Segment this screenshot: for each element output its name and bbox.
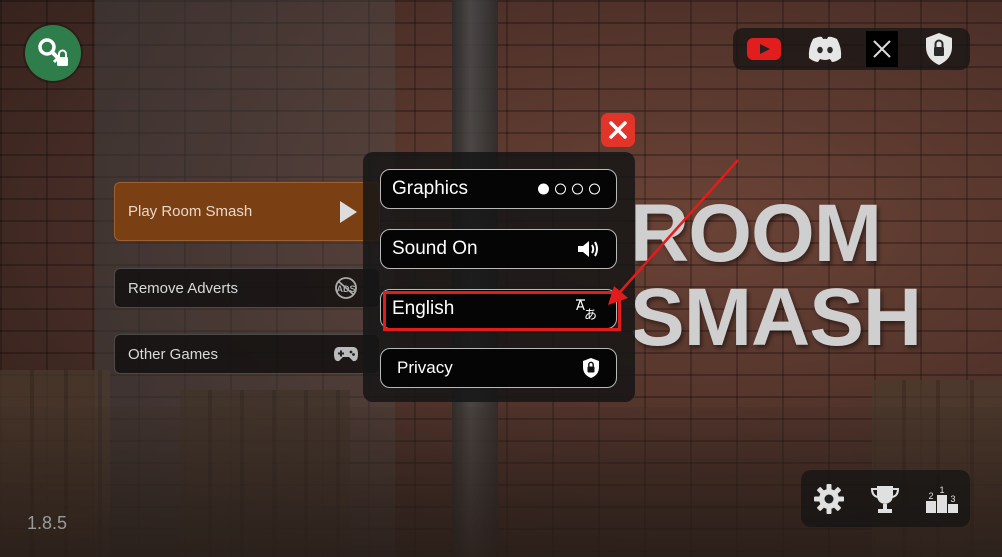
graphics-setting-button[interactable]: Graphics: [380, 169, 617, 209]
play-label: Play Room Smash: [128, 203, 253, 220]
close-settings-button[interactable]: [601, 113, 635, 147]
play-room-smash-button[interactable]: Play Room Smash: [114, 182, 380, 241]
unlock-key-button[interactable]: [25, 25, 81, 81]
version-label: 1.8.5: [27, 513, 68, 533]
other-games-button[interactable]: Other Games: [114, 334, 380, 374]
gamepad-icon: [334, 347, 358, 362]
privacy-shield-icon: [926, 33, 953, 65]
bottom-actions-bar: 1 2 3: [801, 470, 970, 527]
achievements-button[interactable]: [865, 479, 905, 519]
sound-label: Sound On: [392, 238, 478, 259]
leaderboard-button[interactable]: 1 2 3: [922, 479, 962, 519]
graphics-level-dot: [589, 183, 600, 195]
youtube-button[interactable]: [744, 31, 784, 67]
trophy-icon: [871, 485, 900, 513]
title-line-1: ROOM: [630, 188, 882, 279]
svg-text:3: 3: [950, 494, 955, 504]
discord-button[interactable]: [805, 31, 845, 67]
x-twitter-button[interactable]: [866, 31, 899, 67]
social-links-bar: [733, 28, 970, 70]
no-ads-icon: ADS: [335, 277, 357, 299]
graphics-level-dot: [538, 183, 549, 195]
speaker-icon: [578, 241, 598, 257]
title-line-2: SMASH: [630, 272, 922, 363]
x-icon: [873, 40, 891, 58]
privacy-button[interactable]: Privacy: [380, 348, 617, 388]
other-games-label: Other Games: [128, 345, 219, 363]
translate-icon: A あ: [576, 299, 597, 322]
svg-text:1: 1: [939, 485, 944, 495]
svg-text:あ: あ: [584, 308, 597, 322]
key-lock-icon: [38, 38, 68, 66]
settings-gear-icon: [814, 483, 845, 514]
settings-button[interactable]: [809, 479, 849, 519]
privacy-label: Privacy: [397, 358, 453, 377]
remove-adverts-button[interactable]: Remove Adverts ADS: [114, 268, 380, 308]
graphics-level-dot: [555, 183, 566, 195]
play-icon: [340, 200, 357, 223]
leaderboard-podium-icon: 1 2 3: [925, 485, 958, 513]
privacy-shield-button[interactable]: [919, 31, 959, 67]
remove-adverts-label: Remove Adverts: [128, 279, 239, 297]
youtube-icon: [746, 38, 781, 60]
language-label: English: [392, 298, 455, 319]
sound-toggle-button[interactable]: Sound On: [380, 229, 617, 269]
privacy-lock-icon: [583, 358, 599, 378]
discord-icon: [808, 36, 842, 62]
graphics-label: Graphics: [392, 178, 469, 199]
language-setting-button[interactable]: English A あ: [380, 289, 617, 329]
game-title-logo: ROOM SMASH: [630, 192, 922, 363]
graphics-level-dot: [572, 183, 583, 195]
graphics-level-indicator: [532, 183, 600, 195]
close-icon: [609, 121, 627, 139]
svg-text:2: 2: [928, 491, 933, 501]
